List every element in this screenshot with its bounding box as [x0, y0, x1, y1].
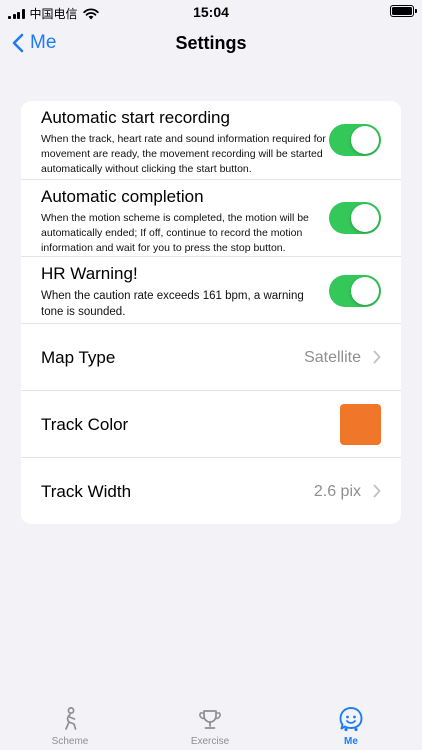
- auto-complete-toggle[interactable]: [329, 202, 381, 234]
- status-bar: 中国电信 15:04: [0, 0, 422, 24]
- tab-scheme-label: Scheme: [51, 736, 89, 747]
- map-type-value: Satellite: [304, 349, 361, 366]
- track-color-swatch[interactable]: [340, 404, 381, 445]
- runner-icon: [65, 707, 77, 730]
- toggle-knob: [351, 126, 379, 154]
- status-time: 15:04: [193, 4, 229, 20]
- track-color-label: Track Color: [41, 415, 129, 434]
- battery-icon: [390, 5, 417, 17]
- auto-start-title: Automatic start recording: [41, 108, 230, 127]
- chevron-right-icon: [373, 350, 381, 364]
- trophy-icon: [199, 710, 221, 729]
- settings-card: Automatic start recording When the track…: [21, 101, 401, 524]
- track-color-row[interactable]: Track Color: [21, 390, 401, 457]
- auto-complete-title: Automatic completion: [41, 187, 204, 206]
- tab-me[interactable]: Me: [301, 706, 401, 747]
- map-type-label: Map Type: [41, 348, 116, 367]
- auto-complete-description: When the motion scheme is completed, the…: [41, 212, 309, 254]
- tab-exercise[interactable]: Exercise: [160, 706, 260, 747]
- track-width-row[interactable]: Track Width 2.6 pix: [21, 457, 401, 524]
- auto-start-toggle[interactable]: [329, 124, 381, 156]
- map-type-row[interactable]: Map Type Satellite: [21, 323, 401, 390]
- toggle-knob: [351, 204, 379, 232]
- auto-start-row: Automatic start recording When the track…: [21, 101, 401, 179]
- navigation-bar: Me Settings: [0, 26, 422, 62]
- hr-warning-row: HR Warning! When the caution rate exceed…: [21, 256, 401, 323]
- hr-warning-toggle[interactable]: [329, 275, 381, 307]
- hr-warning-title: HR Warning!: [41, 264, 138, 283]
- tab-bar: Scheme Exercise Me: [0, 700, 422, 750]
- tab-scheme[interactable]: Scheme: [20, 706, 120, 747]
- chevron-right-icon: [373, 484, 381, 498]
- page-title: Settings: [175, 33, 247, 53]
- auto-start-description: When the track, heart rate and sound inf…: [41, 133, 326, 175]
- smiley-badge-icon: [339, 707, 363, 732]
- hr-warning-description: When the caution rate exceeds 161 bpm, a…: [41, 290, 304, 318]
- track-width-value: 2.6 pix: [313, 483, 361, 500]
- track-width-label: Track Width: [41, 482, 132, 501]
- auto-complete-row: Automatic completion When the motion sch…: [21, 179, 401, 256]
- tab-exercise-label: Exercise: [190, 736, 230, 747]
- toggle-knob: [351, 277, 379, 305]
- tab-me-label: Me: [344, 736, 358, 747]
